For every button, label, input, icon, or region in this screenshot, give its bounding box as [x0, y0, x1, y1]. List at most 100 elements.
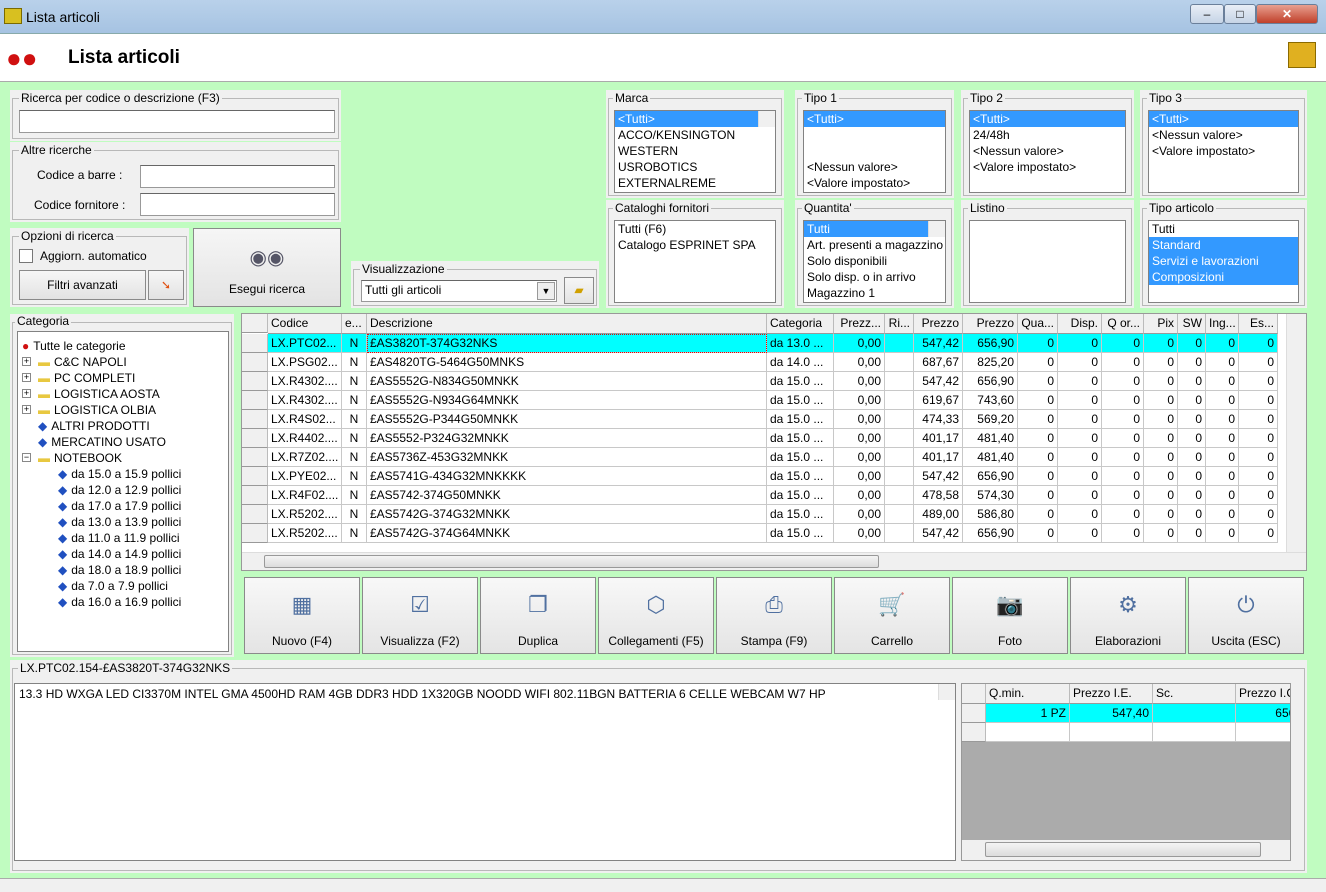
- grid-cell[interactable]: 0: [1018, 410, 1058, 429]
- grid-cell[interactable]: [885, 448, 914, 467]
- cart-button[interactable]: 🛒 Carrello: [834, 577, 950, 654]
- grid-cell[interactable]: 0: [1102, 429, 1144, 448]
- grid-cell[interactable]: 656,90: [963, 372, 1018, 391]
- column-header[interactable]: Prezz...: [834, 314, 885, 334]
- grid-cell[interactable]: LX.R4402....: [268, 429, 342, 448]
- grid-cell[interactable]: N: [342, 524, 367, 543]
- grid-cell[interactable]: 547,42: [914, 334, 963, 353]
- grid-cell[interactable]: LX.R4302....: [268, 391, 342, 410]
- printer-button[interactable]: ⎙ Stampa (F9): [716, 577, 832, 654]
- price-column-header[interactable]: Prezzo I.C.: [1236, 684, 1290, 704]
- tree-item[interactable]: ◆ da 15.0 a 15.9 pollici: [18, 466, 228, 482]
- grid-cell[interactable]: 547,42: [914, 467, 963, 486]
- grid-cell[interactable]: 0: [1018, 353, 1058, 372]
- links-button[interactable]: ⬡ Collegamenti (F5): [598, 577, 714, 654]
- price-cell[interactable]: 1 PZ: [986, 704, 1070, 723]
- grid-cell[interactable]: N: [342, 467, 367, 486]
- list-item[interactable]: Art. presenti a magazzino: [804, 237, 943, 253]
- list-item[interactable]: <Tutti>: [970, 111, 1125, 127]
- tree-item[interactable]: − ▬ NOTEBOOK: [18, 450, 228, 466]
- grid-cell[interactable]: da 15.0 ...: [767, 467, 834, 486]
- grid-cell[interactable]: 401,17: [914, 429, 963, 448]
- column-header[interactable]: Pix: [1144, 314, 1178, 334]
- grid-cell[interactable]: 0: [1178, 334, 1206, 353]
- list-item[interactable]: <Tutti>: [615, 111, 758, 127]
- duplicate-button[interactable]: ❐ Duplica: [480, 577, 596, 654]
- advanced-filters-button[interactable]: Filtri avanzati: [19, 270, 146, 300]
- grid-cell[interactable]: da 15.0 ...: [767, 410, 834, 429]
- grid-cell[interactable]: 656,90: [963, 334, 1018, 353]
- column-header[interactable]: Es...: [1239, 314, 1278, 334]
- tree-item[interactable]: ◆ da 12.0 a 12.9 pollici: [18, 482, 228, 498]
- grid-cell[interactable]: £AS5552-P324G32MNKK: [367, 429, 767, 448]
- list-item[interactable]: <Nessun valore>: [1149, 127, 1298, 143]
- price-column-header[interactable]: Q.min.: [986, 684, 1070, 704]
- grid-cell[interactable]: 0: [1178, 467, 1206, 486]
- grid-cell[interactable]: 0: [1178, 410, 1206, 429]
- grid-cell[interactable]: N: [342, 334, 367, 353]
- price-grid[interactable]: Q.min.Prezzo I.E.Sc.Prezzo I.C. 1 PZ547,4…: [961, 683, 1291, 861]
- grid-cell[interactable]: N: [342, 410, 367, 429]
- grid-cell[interactable]: £AS5742G-374G32MNKK: [367, 505, 767, 524]
- filter-listbox[interactable]: [969, 220, 1126, 303]
- grid-cell[interactable]: 0: [1018, 391, 1058, 410]
- grid-cell[interactable]: [885, 486, 914, 505]
- row-header[interactable]: [962, 704, 986, 723]
- list-item[interactable]: <Tutti>: [804, 111, 945, 127]
- grid-cell[interactable]: 0: [1058, 334, 1102, 353]
- detail-description[interactable]: 13.3 HD WXGA LED CI3370M INTEL GMA 4500H…: [14, 683, 956, 861]
- grid-cell[interactable]: 0: [1239, 429, 1278, 448]
- list-item[interactable]: Solo disp. o in arrivo: [804, 269, 928, 285]
- filter-arrow-button[interactable]: ➘: [148, 270, 184, 300]
- grid-cell[interactable]: £AS5736Z-453G32MNKK: [367, 448, 767, 467]
- tree-item[interactable]: ● Tutte le categorie: [18, 338, 228, 354]
- search-input[interactable]: [19, 110, 335, 133]
- list-item[interactable]: EXTERNALREME: [615, 175, 758, 191]
- barcode-input[interactable]: [140, 165, 335, 188]
- grid-cell[interactable]: da 15.0 ...: [767, 505, 834, 524]
- grid-cell[interactable]: N: [342, 353, 367, 372]
- list-item[interactable]: <Tutti>: [1149, 111, 1298, 127]
- grid-cell[interactable]: 0: [1144, 448, 1178, 467]
- grid-cell[interactable]: 0: [1058, 372, 1102, 391]
- articles-grid[interactable]: Codice e... Descrizione Categoria Prezz... Ri…: [241, 313, 1307, 571]
- grid-cell[interactable]: N: [342, 448, 367, 467]
- grid-cell[interactable]: 0,00: [834, 353, 885, 372]
- grid-cell[interactable]: 0,00: [834, 410, 885, 429]
- grid-cell[interactable]: 0: [1239, 391, 1278, 410]
- filter-listbox[interactable]: <Tutti> <Nessun valore> <Valore impostato>: [1148, 110, 1299, 193]
- grid-cell[interactable]: 0: [1239, 448, 1278, 467]
- price-cell[interactable]: 547,40: [1070, 704, 1153, 723]
- tree-item[interactable]: ◆ da 16.0 a 16.9 pollici: [18, 594, 228, 610]
- column-header[interactable]: Disp.: [1058, 314, 1102, 334]
- grid-cell[interactable]: 0: [1102, 410, 1144, 429]
- grid-cell[interactable]: N: [342, 486, 367, 505]
- grid-cell[interactable]: 0: [1144, 467, 1178, 486]
- price-cell-empty[interactable]: [1153, 723, 1236, 742]
- grid-cell[interactable]: 0: [1102, 448, 1144, 467]
- grid-cell[interactable]: 0: [1206, 467, 1239, 486]
- price-cell[interactable]: [1153, 704, 1236, 723]
- grid-cell[interactable]: 619,67: [914, 391, 963, 410]
- column-header[interactable]: e...: [342, 314, 367, 334]
- grid-cell[interactable]: 489,00: [914, 505, 963, 524]
- grid-cell[interactable]: 0: [1239, 524, 1278, 543]
- grid-cell[interactable]: da 15.0 ...: [767, 372, 834, 391]
- grid-cell[interactable]: 0: [1206, 524, 1239, 543]
- list-item[interactable]: ACCO/KENSINGTON: [615, 127, 758, 143]
- grid-cell[interactable]: N: [342, 429, 367, 448]
- grid-cell[interactable]: 0: [1102, 505, 1144, 524]
- expand-icon[interactable]: +: [22, 357, 31, 366]
- grid-cell[interactable]: 0: [1102, 353, 1144, 372]
- price-cell-empty[interactable]: [1070, 723, 1153, 742]
- grid-cell[interactable]: da 14.0 ...: [767, 353, 834, 372]
- grid-cell[interactable]: 0,00: [834, 448, 885, 467]
- list-item[interactable]: Servizi e lavorazioni: [1149, 253, 1298, 269]
- price-cell-empty[interactable]: [1236, 723, 1290, 742]
- grid-cell[interactable]: 0: [1144, 429, 1178, 448]
- grid-cell[interactable]: £AS5742-374G50MNKK: [367, 486, 767, 505]
- grid-cell[interactable]: 0: [1018, 448, 1058, 467]
- list-item[interactable]: <Valore impostato>: [804, 175, 945, 191]
- scrollbar-thumb[interactable]: [264, 555, 879, 568]
- new-grid-button[interactable]: ▦ Nuovo (F4): [244, 577, 360, 654]
